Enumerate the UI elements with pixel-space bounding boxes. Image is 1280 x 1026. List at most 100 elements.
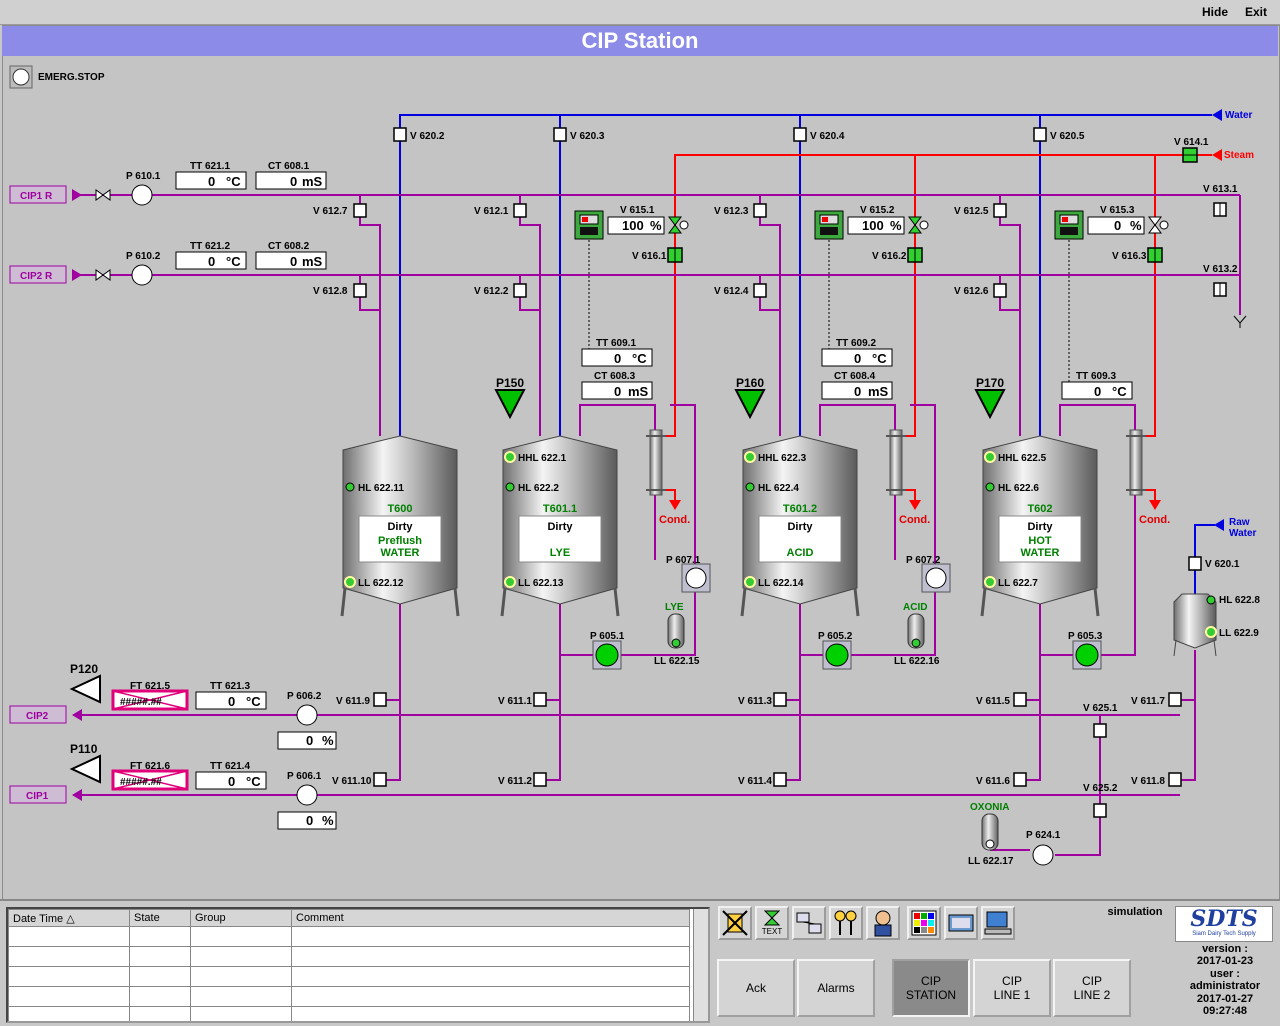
pump-6102-icon[interactable] [131,264,153,286]
valve-6251[interactable] [1093,723,1107,738]
valve-6113[interactable] [773,692,787,707]
valve-6123[interactable] [753,203,767,218]
svg-text:P170: P170 [976,376,1004,390]
valve-6203[interactable] [553,127,567,142]
tool-colors-icon[interactable] [907,906,941,940]
dosing-pump-p150-icon[interactable] [494,389,526,420]
col-date-time[interactable]: Date Time △ [8,909,130,927]
pump-6101-icon[interactable] [131,184,153,206]
svg-text:0: 0 [228,694,235,709]
control-valve-6151-icon[interactable] [668,216,689,234]
tank-content: ACID [787,547,814,559]
pump-6062-icon[interactable] [296,704,318,726]
col-state[interactable]: State [129,909,191,927]
tool-disable-icon[interactable] [718,906,752,940]
valve-6202[interactable] [393,127,407,142]
cip-station-button[interactable]: CIP STATION [892,959,970,1017]
valve-6201[interactable] [1188,556,1202,571]
dosing-pump-p170-icon[interactable] [974,389,1006,420]
valve-6117[interactable] [1168,692,1182,707]
valve-6115[interactable] [1013,692,1027,707]
dosing-pump-p120-icon[interactable] [69,674,101,704]
cip-line1-button[interactable]: CIP LINE 1 [973,959,1051,1017]
temperature-controller-2-icon[interactable] [814,210,844,240]
valve-6205[interactable] [1033,127,1047,142]
table-row[interactable] [8,986,690,1007]
valve-6121[interactable] [513,203,527,218]
table-row[interactable] [8,926,690,947]
valve-6122[interactable] [513,283,527,298]
valve-6111[interactable] [533,692,547,707]
alarm-scrollbar[interactable] [693,909,708,1021]
pump-6051-icon[interactable] [592,640,622,670]
valve-6116[interactable] [1013,772,1027,787]
valve-6127[interactable] [353,203,367,218]
ack-button[interactable]: Ack [717,959,795,1017]
tool-computer-icon[interactable] [981,906,1015,940]
valve-6112[interactable] [533,772,547,787]
svg-text:LYE: LYE [665,602,684,613]
pump-6052-label: P 605.2 [818,631,853,642]
svg-text:0: 0 [306,733,313,748]
table-row[interactable] [8,1006,690,1021]
tank-T601.2[interactable]: T601.2 Dirty ACID HHL 622.3 HL 622.4 LL 622.1… [740,435,860,617]
tool-text-icon[interactable]: TEXT [755,906,789,940]
heat-exchanger-3-icon [1126,429,1146,496]
valve-61110[interactable] [373,772,387,787]
heat-exchanger-2-icon [886,429,906,496]
emergency-stop-button[interactable] [9,65,33,89]
cip2r-line-tag[interactable]: CIP2 R [9,265,67,284]
tool-network-icon[interactable] [792,906,826,940]
valve-6125[interactable] [993,203,1007,218]
pump-6072-icon[interactable] [921,563,951,593]
valve-6128[interactable] [353,283,367,298]
valve-6126[interactable] [993,283,1007,298]
svg-text:V 613.2: V 613.2 [1203,264,1238,275]
table-row[interactable] [8,946,690,967]
col-comment[interactable]: Comment [291,909,690,927]
svg-text:CIP2: CIP2 [26,711,49,722]
level-switch-icon [984,576,996,588]
alarm-table[interactable]: Date Time △ State Group Comment [6,907,710,1023]
cip2-line-tag[interactable]: CIP2 [9,705,67,724]
svg-text:P150: P150 [496,376,524,390]
cip1-line-tag[interactable]: CIP1 [9,785,67,804]
pump-6241-icon[interactable] [1032,844,1054,866]
svg-text:V 615.2: V 615.2 [860,205,895,216]
valve-6124[interactable] [753,283,767,298]
valve-6114[interactable] [773,772,787,787]
table-row[interactable] [8,966,690,987]
cip-line2-button[interactable]: CIP LINE 2 [1053,959,1131,1017]
svg-text:V 614.1: V 614.1 [1174,137,1209,148]
control-valve-6153-icon[interactable] [1148,216,1169,234]
pump-6061-icon[interactable] [296,784,318,806]
svg-text:0: 0 [1094,384,1101,399]
dosing-pump-p160-icon[interactable] [734,389,766,420]
emergency-stop-label: EMERG.STOP [38,72,105,83]
temperature-controller-3-icon[interactable] [1054,210,1084,240]
alarms-button[interactable]: Alarms [797,959,875,1017]
valve-6118[interactable] [1168,772,1182,787]
tool-user-icon[interactable] [866,906,900,940]
tank-T602[interactable]: T602 Dirty HOTWATER HHL 622.5 HL 622.6 LL 622… [980,435,1100,617]
control-valve-6152-icon[interactable] [908,216,929,234]
temperature-controller-1-icon[interactable] [574,210,604,240]
pump-6053-icon[interactable] [1072,640,1102,670]
pump-6071-icon[interactable] [681,563,711,593]
tank-T600[interactable]: T600 Dirty PreflushWATER HL 622.11 LL 622.12 [340,435,460,617]
col-group[interactable]: Group [190,909,292,927]
hhl-label: HHL 622.1 [518,453,567,464]
tool-keys-icon[interactable] [829,906,863,940]
svg-text:V 620.2: V 620.2 [410,131,445,142]
dosing-pump-p110-icon[interactable] [69,754,101,784]
cip1r-line-tag[interactable]: CIP1 R [9,185,67,204]
tool-keyboard-icon[interactable] [944,906,978,940]
valve-6204[interactable] [793,127,807,142]
svg-text:V 625.1: V 625.1 [1083,703,1118,714]
valve-6252[interactable] [1093,803,1107,818]
p120-label: P120 [70,662,98,676]
svg-text:V 611.5: V 611.5 [976,696,1010,707]
tank-T601.1[interactable]: T601.1 Dirty LYE HHL 622.1 HL 622.2 LL 622.13 [500,435,620,617]
valve-6119[interactable] [373,692,387,707]
pump-6052-icon[interactable] [822,640,852,670]
